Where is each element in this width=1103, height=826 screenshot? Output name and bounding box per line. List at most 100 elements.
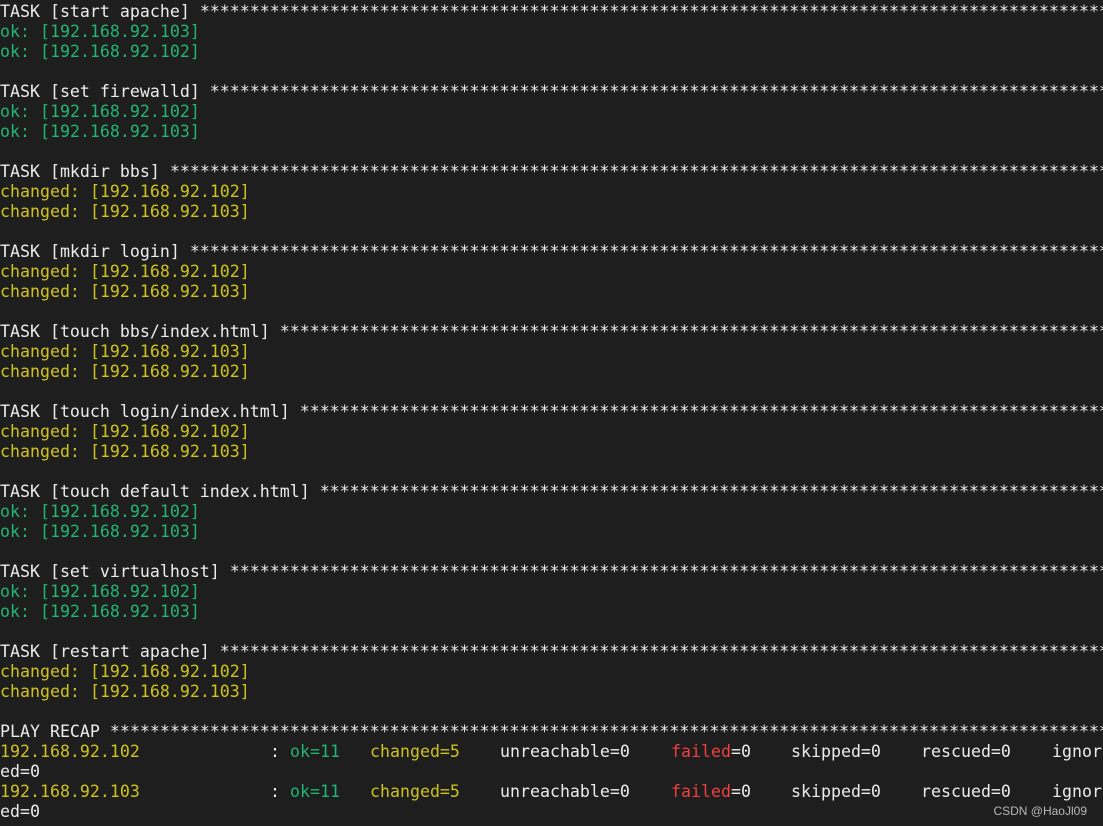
- task-header: TASK [set virtualhost] *****************…: [0, 562, 1103, 582]
- task-header: TASK [touch bbs/index.html] ************…: [0, 322, 1103, 342]
- result-host: [192.168.92.103]: [89, 282, 250, 301]
- recap-failed-value: =0: [731, 782, 751, 801]
- task-result-line: changed: [192.168.92.103]: [0, 282, 1103, 302]
- recap-failed-label: failed: [671, 742, 731, 761]
- terminal-output[interactable]: TASK [start apache] ********************…: [0, 2, 1103, 822]
- recap-failed-value: =0: [731, 742, 751, 761]
- result-host: [192.168.92.102]: [89, 362, 250, 381]
- recap-wrap-line: ed=0: [0, 762, 1103, 782]
- recap-header: PLAY RECAP *****************************…: [0, 722, 1103, 742]
- result-status: ok:: [0, 522, 30, 541]
- task-header: TASK [mkdir login] *********************…: [0, 242, 1103, 262]
- recap-row: 192.168.92.102: ok=11 changed=5 unreachable…: [0, 742, 1103, 762]
- result-host: [192.168.92.103]: [89, 442, 250, 461]
- task-result-line: changed: [192.168.92.102]: [0, 422, 1103, 442]
- recap-wrap-line: ed=0: [0, 802, 1103, 822]
- result-host: [192.168.92.103]: [89, 202, 250, 221]
- result-status: changed:: [0, 282, 80, 301]
- result-status: ok:: [0, 502, 30, 521]
- task-result-line: changed: [192.168.92.102]: [0, 182, 1103, 202]
- task-result-line: changed: [192.168.92.103]: [0, 342, 1103, 362]
- result-status: ok:: [0, 22, 30, 41]
- task-header: TASK [set firewalld] *******************…: [0, 82, 1103, 102]
- task-header-stars: ****************************************…: [189, 242, 1103, 261]
- recap-sep: :: [270, 782, 280, 801]
- result-host: [192.168.92.102]: [39, 582, 200, 601]
- task-header-stars: ****************************************…: [199, 2, 1103, 21]
- recap-ignored: ignor: [1052, 742, 1102, 761]
- recap-header-stars: ****************************************…: [99, 722, 1103, 741]
- result-host: [192.168.92.102]: [39, 502, 200, 521]
- task-header-text: TASK [restart apache]: [0, 642, 210, 661]
- result-host: [192.168.92.103]: [89, 342, 250, 361]
- recap-failed-label: failed: [671, 782, 731, 801]
- result-status: changed:: [0, 662, 80, 681]
- result-host: [192.168.92.103]: [89, 682, 250, 701]
- task-result-line: ok: [192.168.92.103]: [0, 22, 1103, 42]
- result-host: [192.168.92.102]: [89, 182, 250, 201]
- result-host: [192.168.92.102]: [89, 662, 250, 681]
- task-header-text: TASK [mkdir login]: [0, 242, 180, 261]
- task-header-text: TASK [touch login/index.html]: [0, 402, 290, 421]
- task-result-line: changed: [192.168.92.102]: [0, 362, 1103, 382]
- task-header-stars: ****************************************…: [209, 82, 1103, 101]
- task-header-stars: ****************************************…: [169, 162, 1103, 181]
- recap-sep: :: [270, 742, 280, 761]
- task-result-line: changed: [192.168.92.102]: [0, 662, 1103, 682]
- result-status: changed:: [0, 442, 80, 461]
- task-header-text: TASK [start apache]: [0, 2, 190, 21]
- result-host: [192.168.92.103]: [39, 522, 200, 541]
- recap-changed: changed=5: [370, 742, 460, 761]
- result-status: ok:: [0, 122, 30, 141]
- task-result-line: changed: [192.168.92.103]: [0, 202, 1103, 222]
- recap-host: 192.168.92.103: [0, 782, 140, 801]
- task-result-line: ok: [192.168.92.102]: [0, 502, 1103, 522]
- task-header-text: TASK [touch bbs/index.html]: [0, 322, 270, 341]
- task-result-line: changed: [192.168.92.103]: [0, 682, 1103, 702]
- task-header: TASK [touch login/index.html] **********…: [0, 402, 1103, 422]
- result-host: [192.168.92.102]: [89, 262, 250, 281]
- recap-skipped: skipped=0: [791, 742, 881, 761]
- result-status: ok:: [0, 102, 30, 121]
- task-header-text: TASK [mkdir bbs]: [0, 162, 160, 181]
- result-status: changed:: [0, 342, 80, 361]
- recap-unreachable: unreachable=0: [500, 782, 630, 801]
- recap-ignored: ignor: [1052, 782, 1102, 801]
- task-header-text: TASK [set firewalld]: [0, 82, 200, 101]
- recap-host: 192.168.92.102: [0, 742, 140, 761]
- task-header-text: TASK [set virtualhost]: [0, 562, 220, 581]
- task-result-line: ok: [192.168.92.103]: [0, 122, 1103, 142]
- recap-row: 192.168.92.103: ok=11 changed=5 unreachable…: [0, 782, 1103, 802]
- result-status: changed:: [0, 202, 80, 221]
- task-header: TASK [touch default index.html] ********…: [0, 482, 1103, 502]
- result-status: ok:: [0, 602, 30, 621]
- task-result-line: ok: [192.168.92.102]: [0, 42, 1103, 62]
- task-header-stars: ****************************************…: [279, 322, 1103, 341]
- recap-ok: ok=11: [290, 782, 340, 801]
- recap-header-text: PLAY RECAP: [0, 722, 100, 741]
- task-header-stars: ****************************************…: [219, 642, 1103, 661]
- task-header: TASK [mkdir bbs] ***********************…: [0, 162, 1103, 182]
- task-header: TASK [start apache] ********************…: [0, 2, 1103, 22]
- recap-skipped: skipped=0: [791, 782, 881, 801]
- recap-ok: ok=11: [290, 742, 340, 761]
- recap-ignored-cont: ed=0: [0, 762, 40, 781]
- result-status: ok:: [0, 582, 30, 601]
- recap-rescued: rescued=0: [921, 782, 1011, 801]
- task-header-stars: ****************************************…: [299, 402, 1103, 421]
- task-header: TASK [restart apache] ******************…: [0, 642, 1103, 662]
- result-status: changed:: [0, 682, 80, 701]
- result-status: changed:: [0, 262, 80, 281]
- result-host: [192.168.92.103]: [39, 602, 200, 621]
- task-header-text: TASK [touch default index.html]: [0, 482, 310, 501]
- task-result-line: changed: [192.168.92.102]: [0, 262, 1103, 282]
- watermark: CSDN @HaoJl09: [993, 804, 1087, 818]
- recap-ignored-cont: ed=0: [0, 802, 40, 821]
- task-result-line: ok: [192.168.92.103]: [0, 522, 1103, 542]
